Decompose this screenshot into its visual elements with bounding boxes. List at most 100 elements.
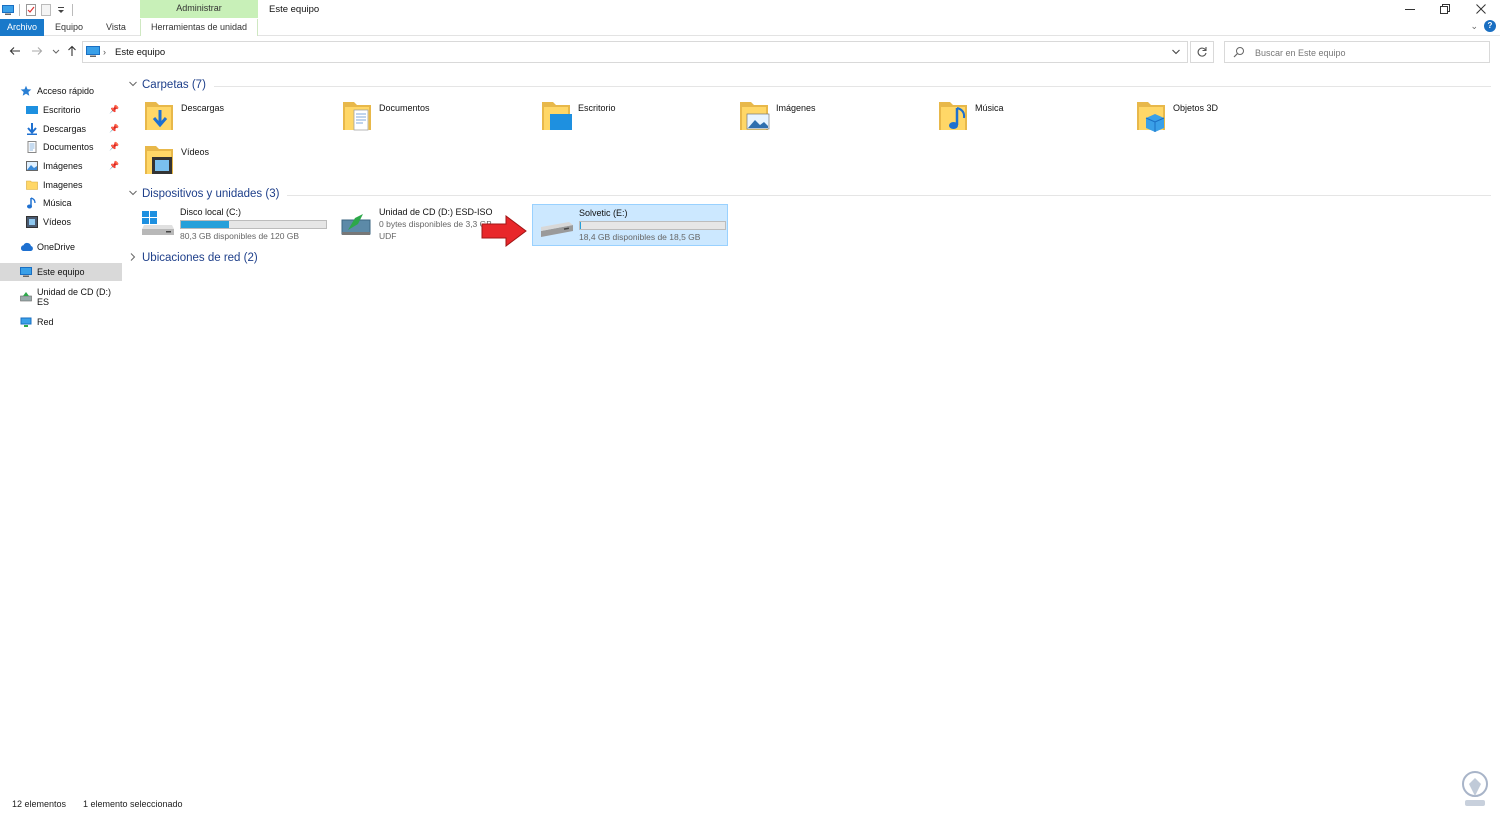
network-icon <box>20 316 32 328</box>
group-divider <box>213 85 1491 87</box>
tab-herramientas-de-unidad[interactable]: Herramientas de unidad <box>140 19 258 36</box>
up-button[interactable] <box>65 45 79 60</box>
folder-name: Objetos 3D <box>1173 103 1219 113</box>
solvetic-logo-icon <box>1462 771 1488 806</box>
desktop-folder-icon <box>542 102 572 130</box>
refresh-icon <box>1197 47 1207 57</box>
nav-label: Acceso rápido <box>37 86 95 96</box>
ribbon-tabs: Archivo Equipo Vista Herramientas de uni… <box>0 19 1500 36</box>
3d-objects-folder-icon <box>1137 102 1165 132</box>
properties-icon[interactable] <box>25 3 37 16</box>
nav-label: Unidad de CD (D:) ES <box>37 287 112 307</box>
star-icon <box>20 85 32 97</box>
help-icon[interactable]: ? <box>1484 20 1496 32</box>
address-bar[interactable]: › Este equipo <box>82 41 1188 63</box>
chevron-down-icon <box>1172 49 1180 55</box>
windows-drive-icon <box>142 211 174 235</box>
close-button[interactable] <box>1471 2 1491 16</box>
film-icon <box>26 216 38 228</box>
chevron-right-icon <box>126 252 140 264</box>
drive-usage-fill <box>181 221 229 228</box>
tab-archivo[interactable]: Archivo <box>0 19 44 36</box>
group-header-devices[interactable]: Dispositivos y unidades (3) <box>126 185 1491 203</box>
folder-descargas[interactable]: Descargas <box>126 98 316 138</box>
nav-imagenes-pinned[interactable]: Imágenes 📌 <box>0 157 122 175</box>
drive-c[interactable]: Disco local (C:) 80,3 GB disponibles de … <box>134 204 330 246</box>
group-title: Ubicaciones de red (2) <box>142 252 258 264</box>
window-title: Este equipo <box>269 4 320 15</box>
nav-onedrive[interactable]: OneDrive <box>0 238 122 256</box>
drive-name: Unidad de CD (D:) ESD-ISO <box>379 207 493 217</box>
content-pane: Carpetas (7) Descargas Documentos Escrit… <box>126 70 1496 790</box>
nav-imagenes[interactable]: Imagenes <box>0 176 122 194</box>
qat-divider-2 <box>72 3 73 16</box>
context-tab-header: Administrar <box>140 0 258 18</box>
drive-name: Solvetic (E:) <box>579 208 628 218</box>
folder-musica[interactable]: Música <box>920 98 1110 138</box>
group-title: Dispositivos y unidades (3) <box>142 188 280 200</box>
nav-musica[interactable]: Música <box>0 194 122 212</box>
folder-name: Escritorio <box>578 103 616 113</box>
pictures-icon <box>26 160 38 172</box>
cloud-icon <box>20 241 33 253</box>
chevron-down-icon <box>126 79 140 91</box>
chevron-down-icon <box>52 49 60 54</box>
folder-videos[interactable]: Vídeos <box>126 142 316 182</box>
back-button[interactable] <box>8 45 22 60</box>
address-dropdown-button[interactable] <box>1171 47 1181 59</box>
removable-drive-icon <box>541 222 573 237</box>
this-pc-icon[interactable] <box>2 4 14 16</box>
drive-e-solvetic[interactable]: Solvetic (E:) 18,4 GB disponibles de 18,… <box>532 204 728 246</box>
music-note-icon <box>26 197 38 209</box>
nav-este-equipo[interactable]: Este equipo <box>0 263 122 281</box>
refresh-button[interactable] <box>1190 41 1214 63</box>
nav-label: Descargas <box>43 124 87 134</box>
breadcrumb-separator[interactable]: › <box>103 47 106 57</box>
restore-button[interactable] <box>1435 2 1455 16</box>
nav-videos[interactable]: Vídeos <box>0 213 122 231</box>
pictures-folder-icon <box>740 102 770 130</box>
folder-imagenes[interactable]: Imágenes <box>721 98 911 138</box>
folder-documentos[interactable]: Documentos <box>324 98 514 138</box>
desktop-icon <box>26 104 38 116</box>
group-title: Carpetas (7) <box>142 79 206 91</box>
navigation-pane: Acceso rápido Escritorio 📌 Descargas 📌 D… <box>0 76 124 796</box>
nav-cd-drive[interactable]: Unidad de CD (D:) ES <box>0 287 122 307</box>
nav-escritorio[interactable]: Escritorio 📌 <box>0 101 122 119</box>
drive-free-space: 0 bytes disponibles de 3,3 GB <box>379 219 492 229</box>
minimize-icon <box>1405 9 1415 10</box>
nav-label: Red <box>37 317 54 327</box>
recent-locations-button[interactable] <box>49 45 63 60</box>
folder-name: Imágenes <box>776 103 816 113</box>
tab-equipo[interactable]: Equipo <box>47 19 91 36</box>
expand-ribbon-icon[interactable]: ⌄ <box>1470 21 1478 32</box>
nav-label: Documentos <box>43 142 94 152</box>
drive-usage-fill <box>580 222 581 229</box>
nav-quick-access[interactable]: Acceso rápido <box>0 82 122 100</box>
search-box[interactable] <box>1224 41 1490 63</box>
pin-icon: 📌 <box>109 142 119 151</box>
folder-name: Vídeos <box>181 147 210 157</box>
forward-button[interactable] <box>30 45 44 60</box>
customize-qat-icon[interactable] <box>55 4 67 16</box>
group-header-folders[interactable]: Carpetas (7) <box>126 76 1491 94</box>
folder-objetos-3d[interactable]: Objetos 3D <box>1118 98 1308 138</box>
new-folder-icon[interactable] <box>40 3 52 16</box>
folder-escritorio[interactable]: Escritorio <box>523 98 713 138</box>
nav-label: Imagenes <box>43 180 83 190</box>
folder-name: Documentos <box>379 103 430 113</box>
minimize-button[interactable] <box>1400 2 1420 16</box>
ribbon-right-controls: ⌄ ? <box>1470 20 1496 32</box>
document-icon <box>26 141 38 153</box>
this-pc-icon <box>86 46 100 60</box>
nav-documentos[interactable]: Documentos 📌 <box>0 138 122 156</box>
drive-free-space: 18,4 GB disponibles de 18,5 GB <box>579 232 701 242</box>
breadcrumb-este-equipo[interactable]: Este equipo <box>115 47 165 58</box>
nav-descargas[interactable]: Descargas 📌 <box>0 120 122 138</box>
cd-drive-icon <box>341 214 371 235</box>
search-input[interactable] <box>1255 45 1485 60</box>
group-header-network[interactable]: Ubicaciones de red (2) <box>126 249 1491 267</box>
drive-name: Disco local (C:) <box>180 207 242 217</box>
tab-vista[interactable]: Vista <box>98 19 134 36</box>
nav-red[interactable]: Red <box>0 313 122 331</box>
